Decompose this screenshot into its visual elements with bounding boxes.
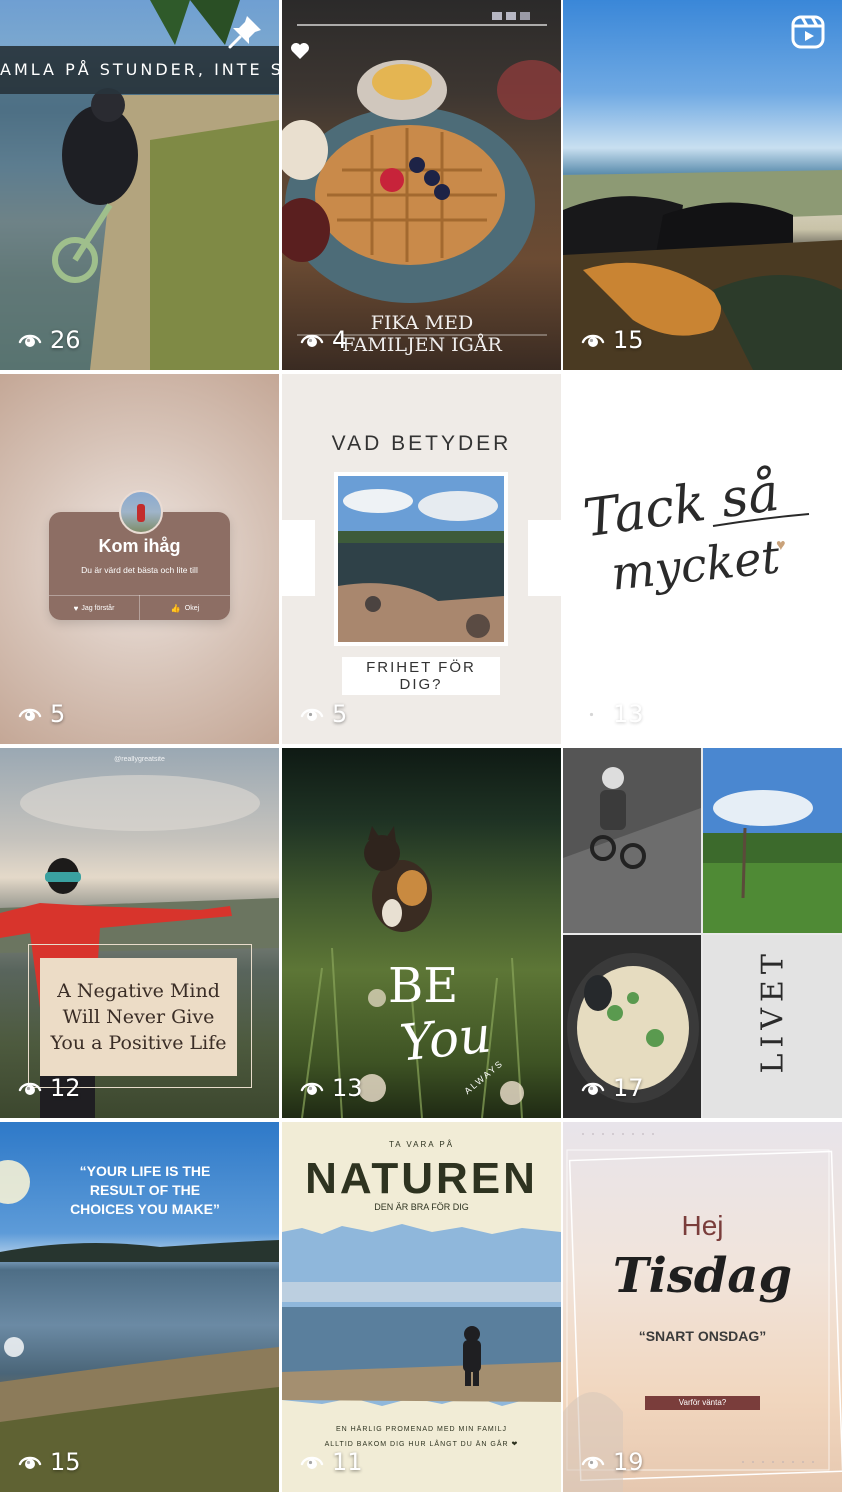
post-tile-2[interactable]: FIKA MED FAMILJEN IGÅR 4 [282, 0, 561, 370]
post-tile-6[interactable]: Tack så mycket ♥ 13 [563, 374, 842, 744]
eye-icon [18, 1078, 42, 1098]
views-counter: 26 [18, 326, 81, 354]
side-block-right [528, 520, 561, 596]
post-title: VAD BETYDER [331, 432, 512, 455]
naturen-title: NATUREN [305, 1154, 538, 1203]
cta-button[interactable]: Varför vänta? [645, 1396, 760, 1410]
post-tile-3[interactable]: 15 [563, 0, 842, 370]
photo-person-by-lake [282, 1224, 561, 1406]
views-count: 4 [332, 326, 348, 354]
post-tile-1[interactable]: AMLA PÅ STUNDER, INTE SAKE 26 [0, 0, 279, 370]
hej-text: Hej [681, 1210, 724, 1241]
card-text: Du är värd det bästa och lite till [81, 565, 198, 575]
tisdag-script-text: Tisdag [612, 1248, 793, 1304]
eye-icon [300, 1078, 324, 1098]
post-tile-11[interactable]: TA VARA PÅ NATUREN DEN ÄR BRA FÖR DIG EN… [282, 1122, 561, 1492]
eye-icon [581, 1452, 605, 1472]
views-count: 19 [613, 1448, 644, 1476]
eye-icon [300, 1452, 324, 1472]
views-counter: 15 [581, 326, 644, 354]
handle-text: @reallygreatsite [114, 756, 165, 763]
views-counter: 4 [300, 326, 347, 354]
eye-icon [18, 704, 42, 724]
card-button-right[interactable]: 👍 Okej [140, 596, 230, 620]
views-count: 5 [332, 700, 348, 728]
card-button-left-label: Jag förstår [81, 604, 115, 612]
decorative-frame [563, 1133, 842, 1492]
you-script-text: You [397, 1005, 494, 1073]
bottom-text-1: EN HÄRLIG PROMENAD MED MIN FAMILJ [335, 1426, 508, 1433]
views-count: 11 [332, 1448, 363, 1476]
avatar [119, 490, 163, 534]
caption-line-2: FAMILJEN IGÅR [342, 334, 502, 356]
heart-icon: ♥ [73, 603, 79, 613]
photo-collage [563, 748, 842, 1118]
banner-text-bar: AMLA PÅ STUNDER, INTE SAKE [0, 46, 279, 94]
post-tile-7[interactable]: @reallygreatsite A Negative Mind Will Ne… [0, 748, 279, 1118]
quote-text: A Negative Mind Will Never Give You a Po… [50, 980, 227, 1054]
post-tile-9[interactable]: LIVET 17 [563, 748, 842, 1118]
heart-icon: ♥ [776, 537, 786, 554]
photo-sandals-beach [563, 170, 842, 370]
views-count: 13 [613, 700, 644, 728]
post-tile-12[interactable]: Hej Tisdag “SNART ONSDAG” Varför vänta? … [563, 1122, 842, 1492]
thumbs-up-icon: 👍 [170, 603, 181, 613]
post-subtitle: FRIHET FÖR DIG? [342, 657, 500, 695]
post-tile-4[interactable]: Kom ihåg Du är värd det bästa och lite t… [0, 374, 279, 744]
eye-icon [18, 330, 42, 350]
eye-icon [581, 704, 605, 724]
post-grid: AMLA PÅ STUNDER, INTE SAKE 26 [0, 0, 842, 1496]
views-count: 15 [50, 1448, 81, 1476]
quote-text: “YOUR LIFE IS THE RESULT OF THE CHOICES … [70, 1163, 220, 1217]
photo-lake-shore [334, 472, 508, 646]
eye-icon [300, 330, 324, 350]
bottom-text-2: ALLTID BAKOM DIG HUR LÅNGT DU ÄN GÅR ❤ [324, 1441, 519, 1448]
eye-icon [300, 704, 324, 724]
post-tile-10[interactable]: “YOUR LIFE IS THE RESULT OF THE CHOICES … [0, 1122, 279, 1492]
views-counter: 13 [581, 700, 644, 728]
sub-text: “SNART ONSDAG” [638, 1328, 767, 1344]
side-block-left [282, 520, 315, 596]
views-count: 12 [50, 1074, 81, 1102]
heart-icon [291, 43, 309, 59]
views-count: 17 [613, 1074, 644, 1102]
views-count: 5 [50, 700, 66, 728]
views-counter: 12 [18, 1074, 81, 1102]
views-counter: 5 [18, 700, 65, 728]
views-counter: 15 [18, 1448, 81, 1476]
card-button-left[interactable]: ♥ Jag förstår [49, 596, 139, 620]
reels-icon [791, 15, 825, 49]
views-counter: 11 [300, 1448, 363, 1476]
naturen-subtitle: DEN ÄR BRA FÖR DIG [374, 1202, 469, 1212]
views-count: 13 [332, 1074, 363, 1102]
eye-icon [581, 1078, 605, 1098]
views-count: 15 [613, 326, 644, 354]
be-text: BE [388, 958, 459, 1014]
script-underline [712, 513, 810, 527]
card-title: Kom ihåg [98, 536, 181, 556]
post-tile-8[interactable]: BE You ALWAYS 13 [282, 748, 561, 1118]
views-count: 26 [50, 326, 81, 354]
kicker-text: TA VARA PÅ [388, 1140, 455, 1149]
livet-vertical-text: LIVET [755, 948, 791, 1074]
post-caption: FIKA MED FAMILJEN IGÅR [322, 312, 522, 356]
views-counter: 19 [581, 1448, 644, 1476]
banner-text: AMLA PÅ STUNDER, INTE SAKE [0, 60, 279, 79]
views-counter: 5 [300, 700, 347, 728]
post-tile-5[interactable]: VAD BETYDER FRIHET FÖR DIG? 5 [282, 374, 561, 744]
eye-icon [18, 1452, 42, 1472]
eye-icon [581, 330, 605, 350]
views-counter: 13 [300, 1074, 363, 1102]
card-button-right-label: Okej [184, 604, 200, 612]
quote-box: A Negative Mind Will Never Give You a Po… [40, 958, 237, 1076]
caption-line-1: FIKA MED [370, 312, 474, 334]
views-counter: 17 [581, 1074, 644, 1102]
pin-icon [228, 16, 261, 49]
